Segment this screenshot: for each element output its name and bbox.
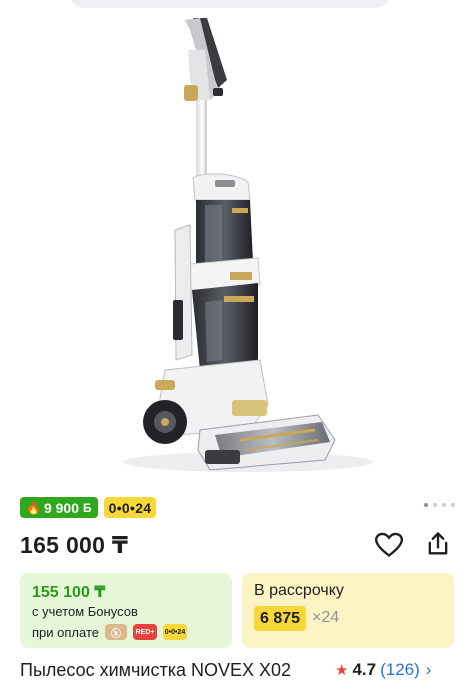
rating-value: 4.7 <box>352 660 377 679</box>
product-image[interactable] <box>0 10 475 488</box>
review-count[interactable]: (126) <box>380 660 420 680</box>
product-title: Пылесос химчистка NOVEX X02 <box>20 660 292 680</box>
gallery-dot[interactable] <box>451 503 455 507</box>
top-bar <box>0 0 475 10</box>
installment-badge: 0•0•24 <box>103 497 157 518</box>
gallery-dot[interactable] <box>442 503 446 507</box>
installment-months: ×24 <box>312 609 340 626</box>
rating-summary[interactable]: ★ 4.7 (126) › <box>335 660 431 680</box>
fire-icon: 🔥 <box>26 500 41 515</box>
red-plus-icon: RED+ <box>132 624 157 640</box>
installment-icon: 0•0•24 <box>162 624 187 640</box>
bonus-price-card[interactable]: 155 100 ₸ с учетом Бонусов при оплате ⓚ … <box>20 573 232 648</box>
product-page: 🔥 9 900 Б 0•0•24 165 000 ₸ 155 100 ₸ с у… <box>0 0 475 699</box>
search-bar[interactable] <box>70 0 390 8</box>
bonus-currency-icon: Б <box>83 500 92 515</box>
bonus-payment-row: при оплате ⓚ RED+ 0•0•24 <box>32 624 187 640</box>
kaspi-icon: ⓚ <box>104 624 127 640</box>
installment-title: В рассрочку <box>254 582 344 599</box>
chevron-right-icon[interactable]: › <box>426 660 432 680</box>
favorite-button[interactable] <box>373 530 405 560</box>
bonus-amount: 9 900 <box>43 499 79 516</box>
gallery-pagination <box>424 503 455 507</box>
bonus-price: 155 100 ₸ <box>32 584 106 601</box>
star-icon: ★ <box>335 662 349 679</box>
installment-card[interactable]: В рассрочку 6 875 ×24 <box>242 573 454 648</box>
bonus-caption: с учетом Бонусов <box>32 604 138 619</box>
bonus-payment-label: при оплате <box>32 624 99 640</box>
bonus-badge: 🔥 9 900 Б <box>20 497 98 518</box>
share-icon <box>428 532 448 555</box>
gallery-dot[interactable] <box>433 503 437 507</box>
gallery-dot[interactable] <box>424 503 428 507</box>
vacuum-illustration <box>123 18 373 472</box>
heart-icon <box>375 532 403 557</box>
share-button[interactable] <box>422 528 454 560</box>
installment-amount: 6 875 <box>254 606 307 631</box>
promo-badges: 🔥 9 900 Б 0•0•24 <box>20 497 157 518</box>
product-price: 165 000 ₸ <box>20 532 129 558</box>
